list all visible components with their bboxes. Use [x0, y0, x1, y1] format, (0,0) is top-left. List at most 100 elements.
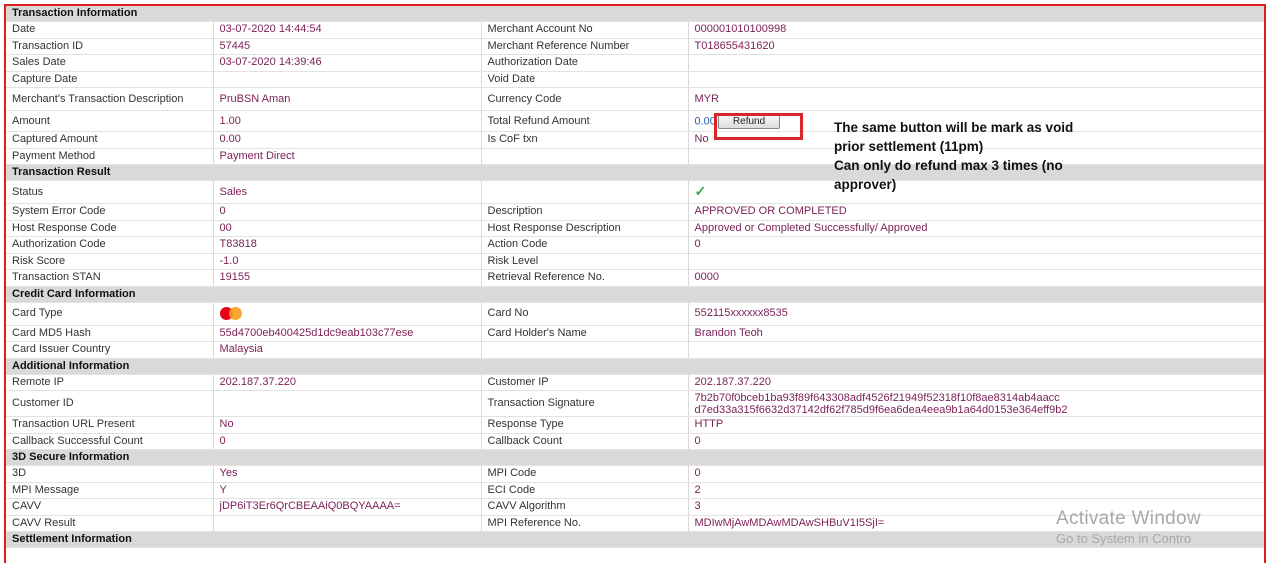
mpi-message-value: Y [213, 482, 482, 499]
merchant-account-label: Merchant Account No [481, 21, 689, 39]
response-type-label: Response Type [481, 416, 689, 434]
callback-count-value: 0 [688, 433, 1264, 450]
row-remote-ip: Remote IP 202.187.37.220 Customer IP 202… [6, 374, 1264, 391]
mpi-code-value: 0 [688, 465, 1264, 483]
risk-score-label: Risk Score [6, 253, 214, 270]
annotation-note: The same button will be mark as void pri… [834, 118, 1134, 194]
date-value: 03-07-2020 14:44:54 [213, 21, 482, 39]
eci-code-value: 2 [688, 482, 1264, 499]
row-3d: 3D Yes MPI Code 0 [6, 465, 1264, 483]
void-date-value [688, 71, 1264, 88]
total-refund-label: Total Refund Amount [481, 110, 689, 132]
status-value: Sales [213, 180, 482, 204]
signature-line-2: d7ed33a315f6632d37142df62f785d9f6ea6dea4… [694, 403, 1068, 416]
three-d-value: Yes [213, 465, 482, 483]
host-response-desc-label: Host Response Description [481, 220, 689, 237]
response-type-value: HTTP [688, 416, 1264, 434]
row-mpi-message: MPI Message Y ECI Code 2 [6, 482, 1264, 499]
stan-label: Transaction STAN [6, 269, 214, 287]
customer-id-label: Customer ID [6, 390, 214, 417]
callback-success-value: 0 [213, 433, 482, 450]
mastercard-icon [219, 306, 242, 320]
row-risk: Risk Score -1.0 Risk Level [6, 253, 1264, 270]
merchant-description-label: Merchant's Transaction Description [6, 87, 214, 111]
cavv-value: jDP6iT3Er6QrCBEAAiQ0BQYAAAA= [213, 498, 482, 516]
row-date: Date 03-07-2020 14:44:54 Merchant Accoun… [6, 21, 1264, 39]
card-md5-value: 55d4700eb400425d1dc9eab103c77ese [213, 325, 482, 342]
stan-value: 19155 [213, 269, 482, 287]
description-value: APPROVED OR COMPLETED [688, 203, 1264, 221]
merchant-reference-label: Merchant Reference Number [481, 38, 689, 55]
url-present-value: No [213, 416, 482, 434]
section-header-transaction-information: Transaction Information [6, 6, 1264, 22]
remote-ip-value: 202.187.37.220 [213, 374, 482, 391]
void-date-label: Void Date [481, 71, 689, 88]
annotation-line-3: Can only do refund max 3 times (no [834, 158, 1063, 173]
row-card-type: Card Type Card No 552115xxxxxx8535 [6, 302, 1264, 326]
row-customer-id: Customer ID Transaction Signature 7b2b70… [6, 390, 1264, 417]
system-error-label: System Error Code [6, 203, 214, 221]
card-holder-value: Brandon Teoh [688, 325, 1264, 342]
watermark-line-2: Go to System in Contro [1056, 531, 1192, 546]
rrn-label: Retrieval Reference No. [481, 269, 689, 287]
row-description: Merchant's Transaction Description PruBS… [6, 87, 1264, 111]
amount-label: Amount [6, 110, 214, 132]
row-stan: Transaction STAN 19155 Retrieval Referen… [6, 269, 1264, 287]
action-code-label: Action Code [481, 236, 689, 254]
row-authorization-code: Authorization Code T83818 Action Code 0 [6, 236, 1264, 254]
refund-highlight-box [714, 113, 803, 140]
row-host-response: Host Response Code 00 Host Response Desc… [6, 220, 1264, 237]
row-card-md5: Card MD5 Hash 55d4700eb400425d1dc9eab103… [6, 325, 1264, 342]
customer-ip-label: Customer IP [481, 374, 689, 391]
card-type-label: Card Type [6, 302, 214, 326]
card-no-label: Card No [481, 302, 689, 326]
merchant-description-value: PruBSN Aman [213, 87, 482, 111]
authorization-date-label: Authorization Date [481, 54, 689, 72]
card-no-value: 552115xxxxxx8535 [688, 302, 1264, 326]
remote-ip-label: Remote IP [6, 374, 214, 391]
total-refund-value: 0.00 [694, 114, 716, 127]
transaction-signature-value: 7b2b70f0bceb1ba93f89f643308adf4526f21949… [688, 390, 1264, 417]
capture-date-label: Capture Date [6, 71, 214, 88]
sales-date-value: 03-07-2020 14:39:46 [213, 54, 482, 72]
card-issuer-value: Malaysia [213, 341, 482, 359]
cavv-result-value [213, 515, 482, 532]
payment-method-value: Payment Direct [213, 148, 482, 165]
authorization-date-value [688, 54, 1264, 72]
annotation-line-1: The same button will be mark as void [834, 120, 1074, 135]
section-header-3d-secure: 3D Secure Information [6, 449, 1264, 466]
payment-method-label: Payment Method [6, 148, 214, 165]
callback-success-label: Callback Successful Count [6, 433, 214, 450]
signature-line-1: 7b2b70f0bceb1ba93f89f643308adf4526f21949… [694, 391, 1060, 404]
annotation-line-4: approver) [834, 177, 897, 192]
card-md5-label: Card MD5 Hash [6, 325, 214, 342]
amount-value: 1.00 [213, 110, 482, 132]
annotation-line-2: prior settlement (11pm) [834, 139, 984, 154]
cof-label: Is CoF txn [481, 131, 689, 149]
callback-count-label: Callback Count [481, 433, 689, 450]
eci-code-label: ECI Code [481, 482, 689, 499]
customer-id-value [213, 390, 482, 417]
check-icon: ✓ [694, 182, 707, 199]
cavv-label: CAVV [6, 498, 214, 516]
currency-code-label: Currency Code [481, 87, 689, 111]
date-label: Date [6, 21, 214, 39]
transaction-detail-table: Transaction Information Date 03-07-2020 … [6, 6, 1264, 548]
row-system-error: System Error Code 0 Description APPROVED… [6, 203, 1264, 221]
cavv-result-label: CAVV Result [6, 515, 214, 532]
status-label: Status [6, 180, 214, 204]
captured-amount-value: 0.00 [213, 131, 482, 149]
authorization-code-label: Authorization Code [6, 236, 214, 254]
url-present-label: Transaction URL Present [6, 416, 214, 434]
mpi-code-label: MPI Code [481, 465, 689, 483]
authorization-code-value: T83818 [213, 236, 482, 254]
transaction-signature-label: Transaction Signature [481, 390, 689, 417]
risk-score-value: -1.0 [213, 253, 482, 270]
row-card-issuer: Card Issuer Country Malaysia [6, 341, 1264, 359]
row-capture-date: Capture Date Void Date [6, 71, 1264, 88]
description-label: Description [481, 203, 689, 221]
risk-level-label: Risk Level [481, 253, 689, 270]
host-response-code-label: Host Response Code [6, 220, 214, 237]
host-response-desc-value: Approved or Completed Successfully/ Appr… [688, 220, 1264, 237]
mpi-message-label: MPI Message [6, 482, 214, 499]
